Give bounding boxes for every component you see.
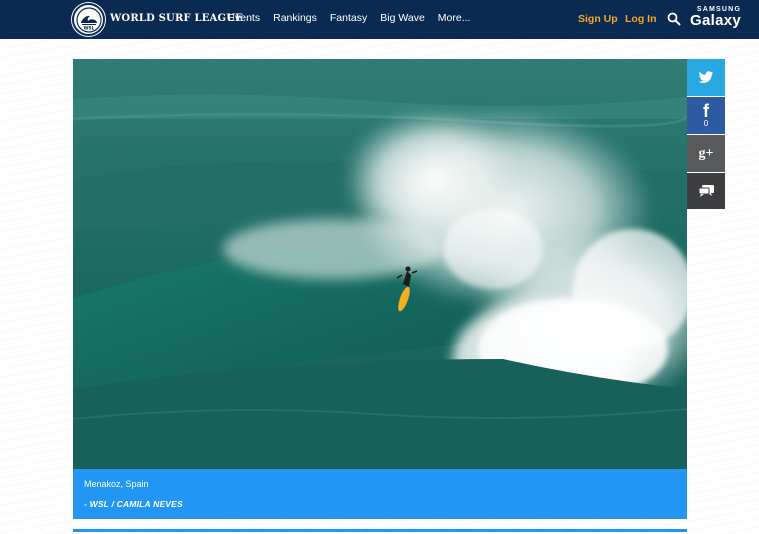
top-navigation-bar: WSL WORLD SURF LEAGUE Events Rankings Fa… [0, 0, 759, 39]
facebook-icon: f [703, 101, 709, 121]
search-icon[interactable] [667, 12, 681, 26]
nav-more[interactable]: More... [438, 12, 471, 24]
log-in-link[interactable]: Log In [625, 13, 657, 25]
google-plus-icon: g+ [698, 145, 714, 161]
comment-icon [698, 185, 714, 197]
sign-up-link[interactable]: Sign Up [578, 13, 618, 25]
content-divider [73, 529, 687, 532]
nav-fantasy[interactable]: Fantasy [330, 12, 367, 24]
hero-photo [73, 59, 687, 469]
caption-credit: - WSL / CAMILA NEVES [84, 499, 183, 509]
sponsor-logo[interactable]: SAMSUNG Galaxy [690, 6, 748, 29]
share-twitter-button[interactable] [687, 59, 725, 96]
brand-name[interactable]: WORLD SURF LEAGUE [110, 13, 243, 24]
nav-events[interactable]: Events [228, 12, 260, 24]
twitter-icon [698, 71, 714, 84]
nav-rankings[interactable]: Rankings [273, 12, 317, 24]
comments-button[interactable] [687, 173, 725, 209]
svg-text:WSL: WSL [83, 25, 94, 31]
nav-big-wave[interactable]: Big Wave [380, 12, 425, 24]
main-nav: Events Rankings Fantasy Big Wave More... [228, 12, 483, 24]
facebook-share-count: 0 [703, 119, 709, 128]
photo-caption: Menakoz, Spain - WSL / CAMILA NEVES [73, 469, 687, 519]
share-facebook-button[interactable]: f 0 [687, 97, 725, 134]
share-google-plus-button[interactable]: g+ [687, 135, 725, 172]
wsl-logo-icon[interactable]: WSL [72, 3, 105, 36]
sponsor-line-2: Galaxy [690, 12, 742, 29]
caption-location: Menakoz, Spain [84, 479, 149, 489]
